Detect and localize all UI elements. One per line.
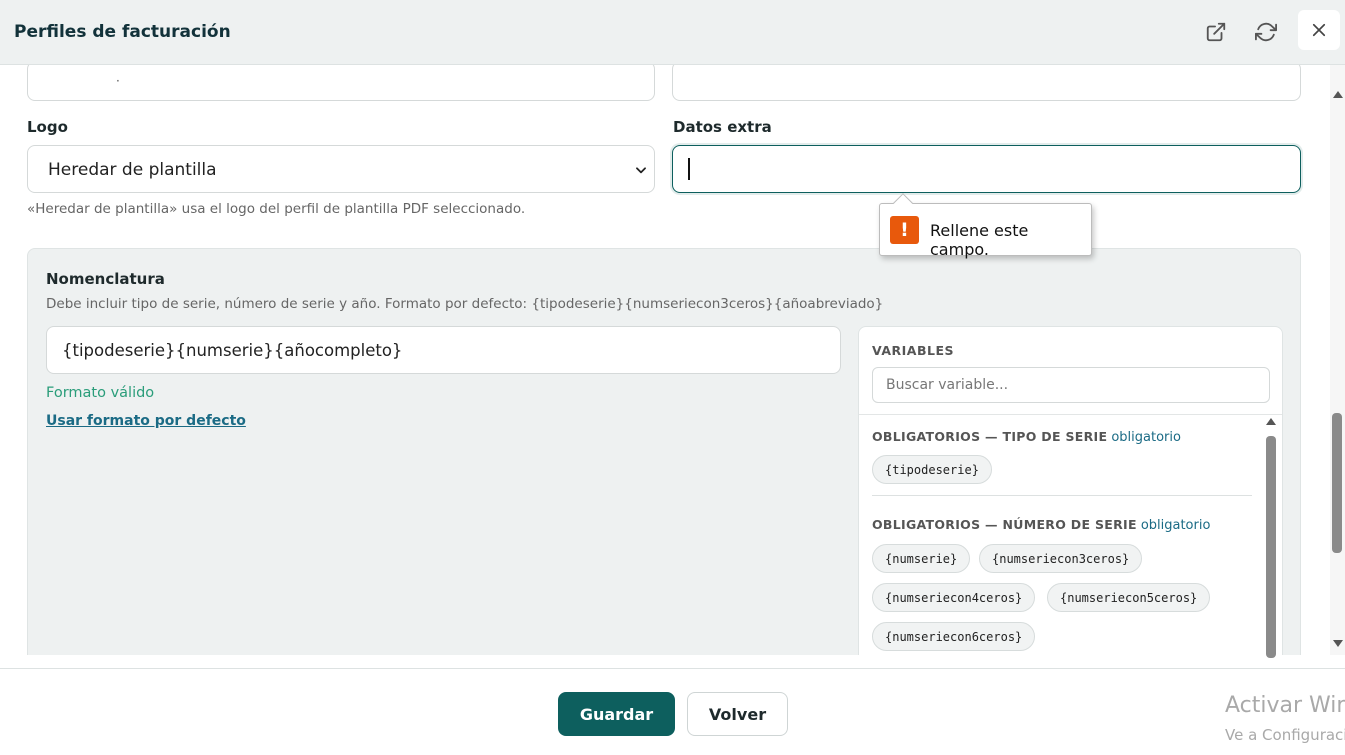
dialog-scrollbar[interactable] [1330, 65, 1345, 655]
save-button[interactable]: Guardar [558, 692, 675, 736]
scroll-up-icon[interactable] [1266, 418, 1276, 425]
close-button[interactable] [1298, 10, 1340, 50]
close-icon [1312, 23, 1326, 37]
activation-watermark-title: Activar Windows [1225, 693, 1345, 718]
activation-watermark-subtitle: Ve a Configuración [1225, 726, 1345, 744]
scrollbar-thumb[interactable] [1332, 413, 1342, 553]
previous-field-left[interactable]: · [27, 65, 655, 101]
chevron-down-icon [636, 167, 646, 174]
scroll-down-icon[interactable] [1333, 640, 1343, 647]
variable-chip[interactable]: {numseriecon6ceros} [872, 622, 1036, 651]
open-external-button[interactable] [1201, 17, 1231, 47]
variable-chip[interactable]: {numseriecon5ceros} [1047, 583, 1211, 612]
external-link-icon [1206, 22, 1226, 42]
logo-select[interactable]: Heredar de plantilla [27, 145, 655, 193]
variables-title: VARIABLES [872, 343, 954, 358]
variable-chip[interactable]: {numserie} [872, 544, 971, 573]
scrollbar-thumb[interactable] [1266, 436, 1276, 658]
required-tag: obligatorio [1140, 518, 1211, 533]
variables-scrollbar[interactable] [1265, 418, 1277, 658]
variable-chip[interactable]: {tipodeserie} [872, 455, 992, 484]
extra-data-label: Datos extra [673, 118, 772, 136]
validation-tooltip: ! Rellene este campo. [879, 193, 1092, 259]
group-header-series-type: OBLIGATORIOS — TIPO DE SERIE obligatorio [872, 429, 1181, 445]
warning-icon: ! [890, 216, 919, 244]
dialog-footer: Guardar Volver Activar Windows Ve a Conf… [0, 668, 1345, 755]
variable-search-input[interactable]: Buscar variable... [872, 367, 1270, 403]
nomenclature-description: Debe incluir tipo de serie, número de se… [46, 296, 884, 312]
logo-select-value: Heredar de plantilla [48, 160, 217, 180]
variable-chip[interactable]: {numseriecon3ceros} [979, 544, 1143, 573]
dialog-header: Perfiles de facturación [0, 0, 1345, 65]
refresh-button[interactable] [1251, 17, 1281, 47]
format-status: Formato válido [46, 385, 155, 401]
dialog-title: Perfiles de facturación [14, 22, 231, 42]
nomenclature-panel: Nomenclatura Debe incluir tipo de serie,… [27, 248, 1301, 655]
nomenclature-value: {tipodeserie}{numserie}{añocompleto} [62, 341, 403, 360]
group-header-series-number: OBLIGATORIOS — NÚMERO DE SERIE obligatori… [872, 517, 1211, 533]
dialog-body[interactable]: · Logo Heredar de plantilla «Heredar de … [0, 65, 1330, 655]
nomenclature-title: Nomenclatura [46, 270, 165, 288]
extra-data-input[interactable] [672, 145, 1301, 193]
previous-field-right[interactable] [672, 65, 1301, 101]
required-tag: obligatorio [1111, 430, 1181, 445]
nomenclature-input[interactable]: {tipodeserie}{numserie}{añocompleto} [46, 326, 841, 374]
text-caret [688, 158, 690, 180]
refresh-icon [1255, 22, 1277, 42]
variable-chip[interactable]: {numseriecon4ceros} [872, 583, 1036, 612]
scroll-up-icon[interactable] [1333, 91, 1343, 98]
validation-message: Rellene este campo. [930, 221, 1029, 259]
variables-panel: VARIABLES Buscar variable... OBLIGATORIO… [858, 326, 1283, 655]
logo-label: Logo [27, 118, 68, 136]
divider [872, 495, 1252, 496]
logo-hint: «Heredar de plantilla» usa el logo del p… [27, 201, 526, 217]
variable-search-placeholder: Buscar variable... [886, 377, 1009, 393]
variables-list[interactable]: OBLIGATORIOS — TIPO DE SERIE obligatorio … [859, 415, 1282, 655]
use-default-format-link[interactable]: Usar formato por defecto [46, 413, 246, 429]
back-button[interactable]: Volver [687, 692, 788, 736]
